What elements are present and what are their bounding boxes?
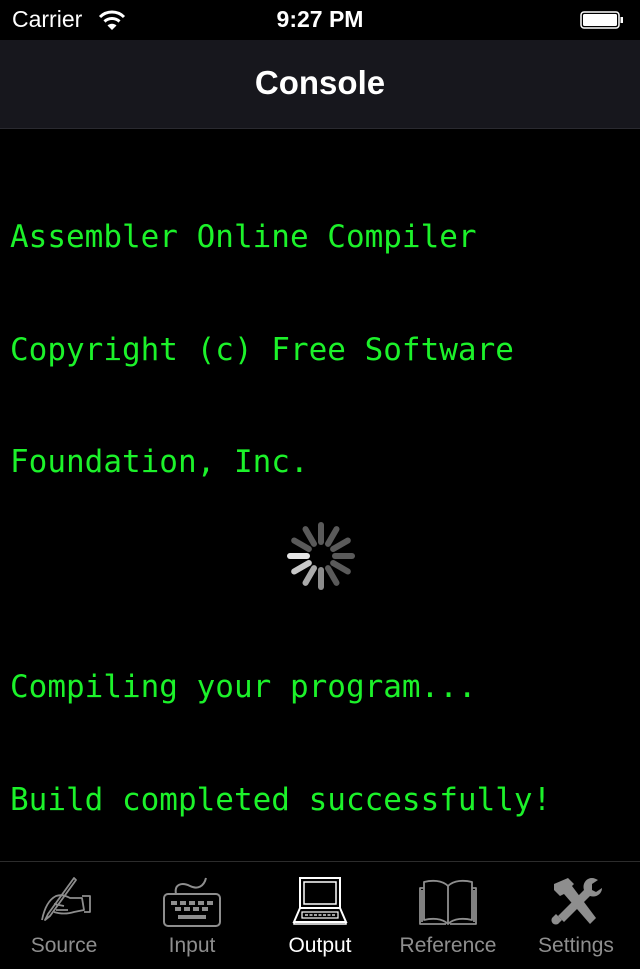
keyboard-icon (163, 877, 221, 927)
console-line: Assembler Online Compiler (10, 219, 477, 255)
spinner-spoke (302, 526, 317, 547)
console-line: Copyright (c) Free Software (10, 331, 514, 368)
tab-label: Reference (399, 934, 497, 957)
spinner-spoke (291, 537, 312, 552)
tab-input[interactable]: Input (128, 862, 256, 961)
tab-label: Output (288, 934, 352, 957)
tab-label: Input (168, 934, 216, 957)
console-line: Foundation, Inc. (10, 444, 309, 480)
console-line: Compiling your program... (10, 669, 477, 705)
hand-pen-icon (41, 877, 91, 921)
tab-reference[interactable]: Reference (384, 862, 512, 961)
tab-source[interactable]: Source (0, 862, 128, 961)
status-bar: Carrier 9:27 PM (0, 0, 640, 40)
spinner-spoke (291, 560, 312, 575)
spinner-spoke (325, 526, 340, 547)
tab-output[interactable]: Output (256, 862, 384, 961)
spinner-spoke (330, 537, 351, 552)
clock: 9:27 PM (276, 6, 364, 32)
tab-label: Settings (538, 934, 614, 957)
battery-full-icon (580, 11, 623, 29)
navigation-bar: Console (0, 40, 640, 129)
open-book-icon (419, 879, 477, 925)
console-line: Build completed successfully! (10, 781, 552, 818)
tab-label: Source (30, 934, 98, 957)
laptop-icon (292, 877, 348, 925)
tab-bar: Source Input Output Reference Settings (0, 861, 640, 961)
tab-settings[interactable]: Settings (512, 862, 640, 961)
spinner-spoke (330, 560, 351, 575)
hammer-wrench-icon (551, 878, 602, 925)
spinner-spoke (302, 565, 317, 586)
page-title: Console (254, 64, 386, 101)
spinner-icon (287, 522, 355, 590)
spinner-spoke (325, 565, 340, 586)
